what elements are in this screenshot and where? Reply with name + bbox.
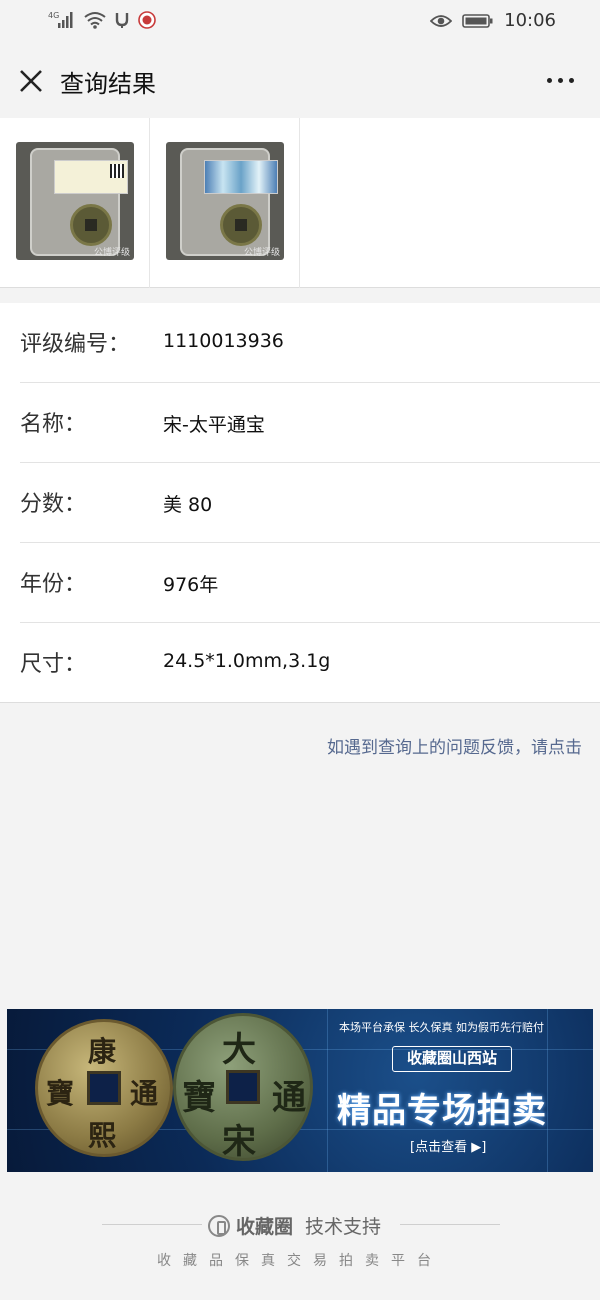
detail-label: 年份： — [20, 572, 87, 597]
signal-icon: 4G — [48, 11, 73, 28]
detail-row-name: 名称： 宋-太平通宝 — [20, 383, 600, 463]
watermark: 公博评级 — [93, 248, 130, 258]
coin-image: 大 宋 寶 通 — [173, 1013, 313, 1162]
close-icon[interactable] — [18, 68, 44, 94]
footer-divider — [400, 1224, 500, 1225]
coin-image — [70, 204, 112, 246]
auction-banner[interactable]: 康 熙 寶 通 大 宋 寶 通 本场平台承保 长久保真 如为假币先行赔付 收藏圈… — [7, 1009, 593, 1172]
coin-image: 康 熙 寶 通 — [35, 1019, 173, 1157]
eye-comfort-icon — [430, 14, 453, 27]
network-type: 4G — [48, 11, 59, 20]
footer: 收藏圈 技术支持 收藏品保真交易拍卖平台 — [0, 1200, 600, 1290]
detail-row-score: 分数： 美 80 — [20, 463, 600, 543]
detail-row-size: 尺寸： 24.5*1.0mm,3.1g — [20, 623, 600, 703]
wifi-icon — [84, 12, 106, 29]
usb-icon — [115, 13, 129, 28]
footer-brand-row: 收藏圈 技术支持 — [208, 1212, 381, 1239]
detail-label: 名称： — [20, 412, 87, 437]
image-gallery: 公博评级 公博评级 — [0, 118, 600, 288]
slab-photo-front: 公博评级 — [16, 142, 134, 260]
status-left-icons: 4G — [48, 10, 156, 30]
watermark: 公博评级 — [243, 248, 280, 258]
footer-support: 技术支持 — [305, 1216, 382, 1238]
detail-value: 1110013936 — [163, 330, 284, 352]
detail-value: 24.5*1.0mm,3.1g — [163, 650, 331, 672]
banner-guarantee-text: 本场平台承保 长久保真 如为假币先行赔付 — [339, 1021, 544, 1034]
detail-value: 美 80 — [163, 494, 213, 516]
battery-icon — [462, 13, 493, 28]
banner-cta[interactable]: [点击查看 ▶] — [410, 1136, 486, 1155]
coin-image — [220, 204, 262, 246]
thumbnail-back[interactable]: 公博评级 — [150, 118, 300, 288]
thumbnail-front[interactable]: 公博评级 — [0, 118, 150, 288]
slab-photo-back: 公博评级 — [166, 142, 284, 260]
status-time: 10:06 — [504, 10, 556, 31]
detail-value: 宋-太平通宝 — [163, 414, 265, 436]
detail-row-year: 年份： 976年 — [20, 543, 600, 623]
detail-value: 976年 — [163, 574, 219, 596]
more-dots-icon[interactable] — [547, 78, 574, 83]
detail-label: 评级编号： — [20, 332, 131, 357]
brand-logo-icon — [208, 1214, 230, 1237]
status-bar: 4G 10:06 — [0, 0, 600, 44]
footer-slogan: 收藏品保真交易拍卖平台 — [157, 1253, 443, 1269]
app-notification-icon — [138, 11, 156, 29]
feedback-link[interactable]: 如遇到查询上的问题反馈，请点击 — [327, 733, 582, 758]
detail-row-grading-number: 评级编号： 1110013936 — [20, 303, 600, 383]
detail-label: 分数： — [20, 492, 87, 517]
page-title: 查询结果 — [60, 70, 156, 98]
footer-brand: 收藏圈 — [236, 1216, 294, 1238]
status-right-icons: 10:06 — [430, 10, 556, 31]
nav-bar: 查询结果 — [0, 44, 600, 118]
banner-title: 精品专场拍卖 — [337, 1091, 547, 1131]
detail-label: 尺寸： — [20, 652, 87, 677]
banner-station-tag: 收藏圈山西站 — [392, 1046, 512, 1072]
footer-divider — [102, 1224, 202, 1225]
grading-details: 评级编号： 1110013936 名称： 宋-太平通宝 分数： 美 80 年份：… — [0, 303, 600, 703]
